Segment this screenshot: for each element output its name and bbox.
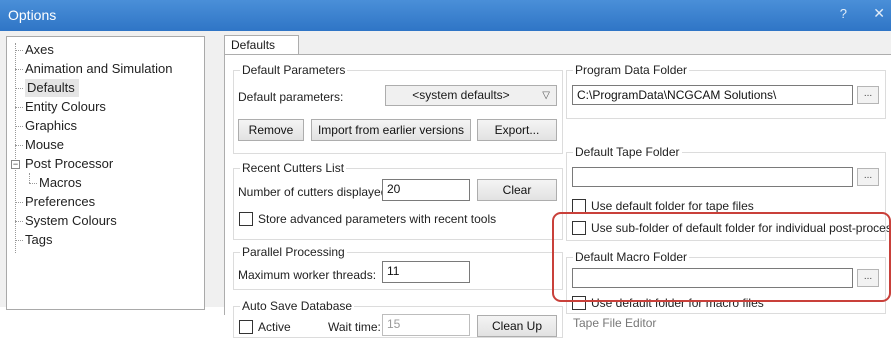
autosave-active-checkbox[interactable] [239, 320, 253, 334]
tree-item-axes[interactable]: Axes [25, 41, 54, 59]
tree-connector [15, 69, 23, 70]
tree-item-graphics[interactable]: Graphics [25, 117, 77, 135]
default-parameters-group: Default Parameters Default parameters: <… [233, 63, 563, 154]
auto-save-group: Auto Save Database Active Wait time: 15 … [233, 299, 563, 338]
store-advanced-checkbox[interactable] [239, 212, 253, 226]
tree-connector [15, 50, 23, 51]
parallel-processing-group: Parallel Processing Maximum worker threa… [233, 245, 563, 290]
tree-item-tags[interactable]: Tags [25, 231, 52, 249]
cutters-count-input[interactable]: 20 [382, 179, 470, 201]
worker-threads-input[interactable]: 11 [382, 261, 470, 283]
chevron-down-icon: ▽ [542, 90, 550, 101]
export-button[interactable]: Export... [477, 119, 557, 141]
recent-cutters-group: Recent Cutters List Number of cutters di… [233, 161, 563, 240]
tree-connector [15, 240, 23, 241]
tree-item-system-colours[interactable]: System Colours [25, 212, 117, 230]
options-tree[interactable]: Axes Animation and Simulation Defaults E… [6, 36, 205, 310]
group-title: Parallel Processing [240, 245, 347, 259]
tree-connector [15, 221, 23, 222]
help-button[interactable]: ? [840, 6, 847, 21]
group-title: Auto Save Database [240, 299, 355, 313]
browse-button[interactable]: ... [857, 86, 879, 104]
clear-button[interactable]: Clear [477, 179, 557, 201]
selected-value: <system defaults> [412, 88, 510, 102]
window-title: Options [8, 7, 57, 23]
tape-folder-path-input[interactable] [572, 167, 853, 187]
worker-threads-label: Maximum worker threads: [238, 268, 377, 282]
close-button[interactable]: ✕ [873, 5, 885, 22]
wait-time-input[interactable]: 15 [382, 314, 470, 336]
tree-item-macros[interactable]: Macros [39, 174, 82, 192]
tree-item-defaults[interactable]: Defaults [25, 79, 79, 97]
store-advanced-label: Store advanced parameters with recent to… [258, 212, 497, 226]
tab-defaults[interactable]: Defaults [224, 35, 299, 55]
default-parameters-label: Default parameters: [238, 90, 344, 104]
autosave-active-label: Active [258, 320, 291, 334]
collapse-icon[interactable]: − [11, 160, 20, 169]
tape-default-checkbox[interactable] [572, 199, 586, 213]
group-title: Program Data Folder [573, 63, 690, 77]
wait-time-label: Wait time: [328, 320, 381, 334]
program-data-path-input[interactable]: C:\ProgramData\NCGCAM Solutions\ [572, 85, 853, 105]
tree-connector [15, 202, 23, 203]
tree-connector [15, 145, 23, 146]
title-bar: Options ? ✕ [0, 0, 891, 31]
tree-item-post-processor[interactable]: Post Processor [25, 155, 113, 173]
tree-item-animation[interactable]: Animation and Simulation [25, 60, 172, 78]
group-title: Recent Cutters List [240, 161, 347, 175]
tree-connector [15, 88, 23, 89]
macro-folder-highlight [552, 212, 891, 302]
tree-connector [15, 107, 23, 108]
default-parameters-select[interactable]: <system defaults> ▽ [385, 85, 557, 106]
program-data-group: Program Data Folder C:\ProgramData\NCGCA… [566, 63, 886, 119]
group-title: Default Tape Folder [573, 145, 682, 159]
tape-editor-group-title: Tape File Editor [573, 316, 657, 330]
tree-connector [29, 183, 37, 184]
group-title: Default Parameters [240, 63, 348, 77]
tree-item-entity-colours[interactable]: Entity Colours [25, 98, 106, 116]
cutters-count-label: Number of cutters displayed: [238, 185, 391, 199]
tape-default-label: Use default folder for tape files [591, 199, 754, 213]
browse-button[interactable]: ... [857, 168, 879, 186]
tree-item-preferences[interactable]: Preferences [25, 193, 95, 211]
tree-item-mouse[interactable]: Mouse [25, 136, 64, 154]
remove-button[interactable]: Remove [238, 119, 304, 141]
tree-connector [29, 173, 30, 183]
tree-connector [15, 126, 23, 127]
import-button[interactable]: Import from earlier versions [311, 119, 471, 141]
cleanup-button[interactable]: Clean Up [477, 315, 557, 337]
